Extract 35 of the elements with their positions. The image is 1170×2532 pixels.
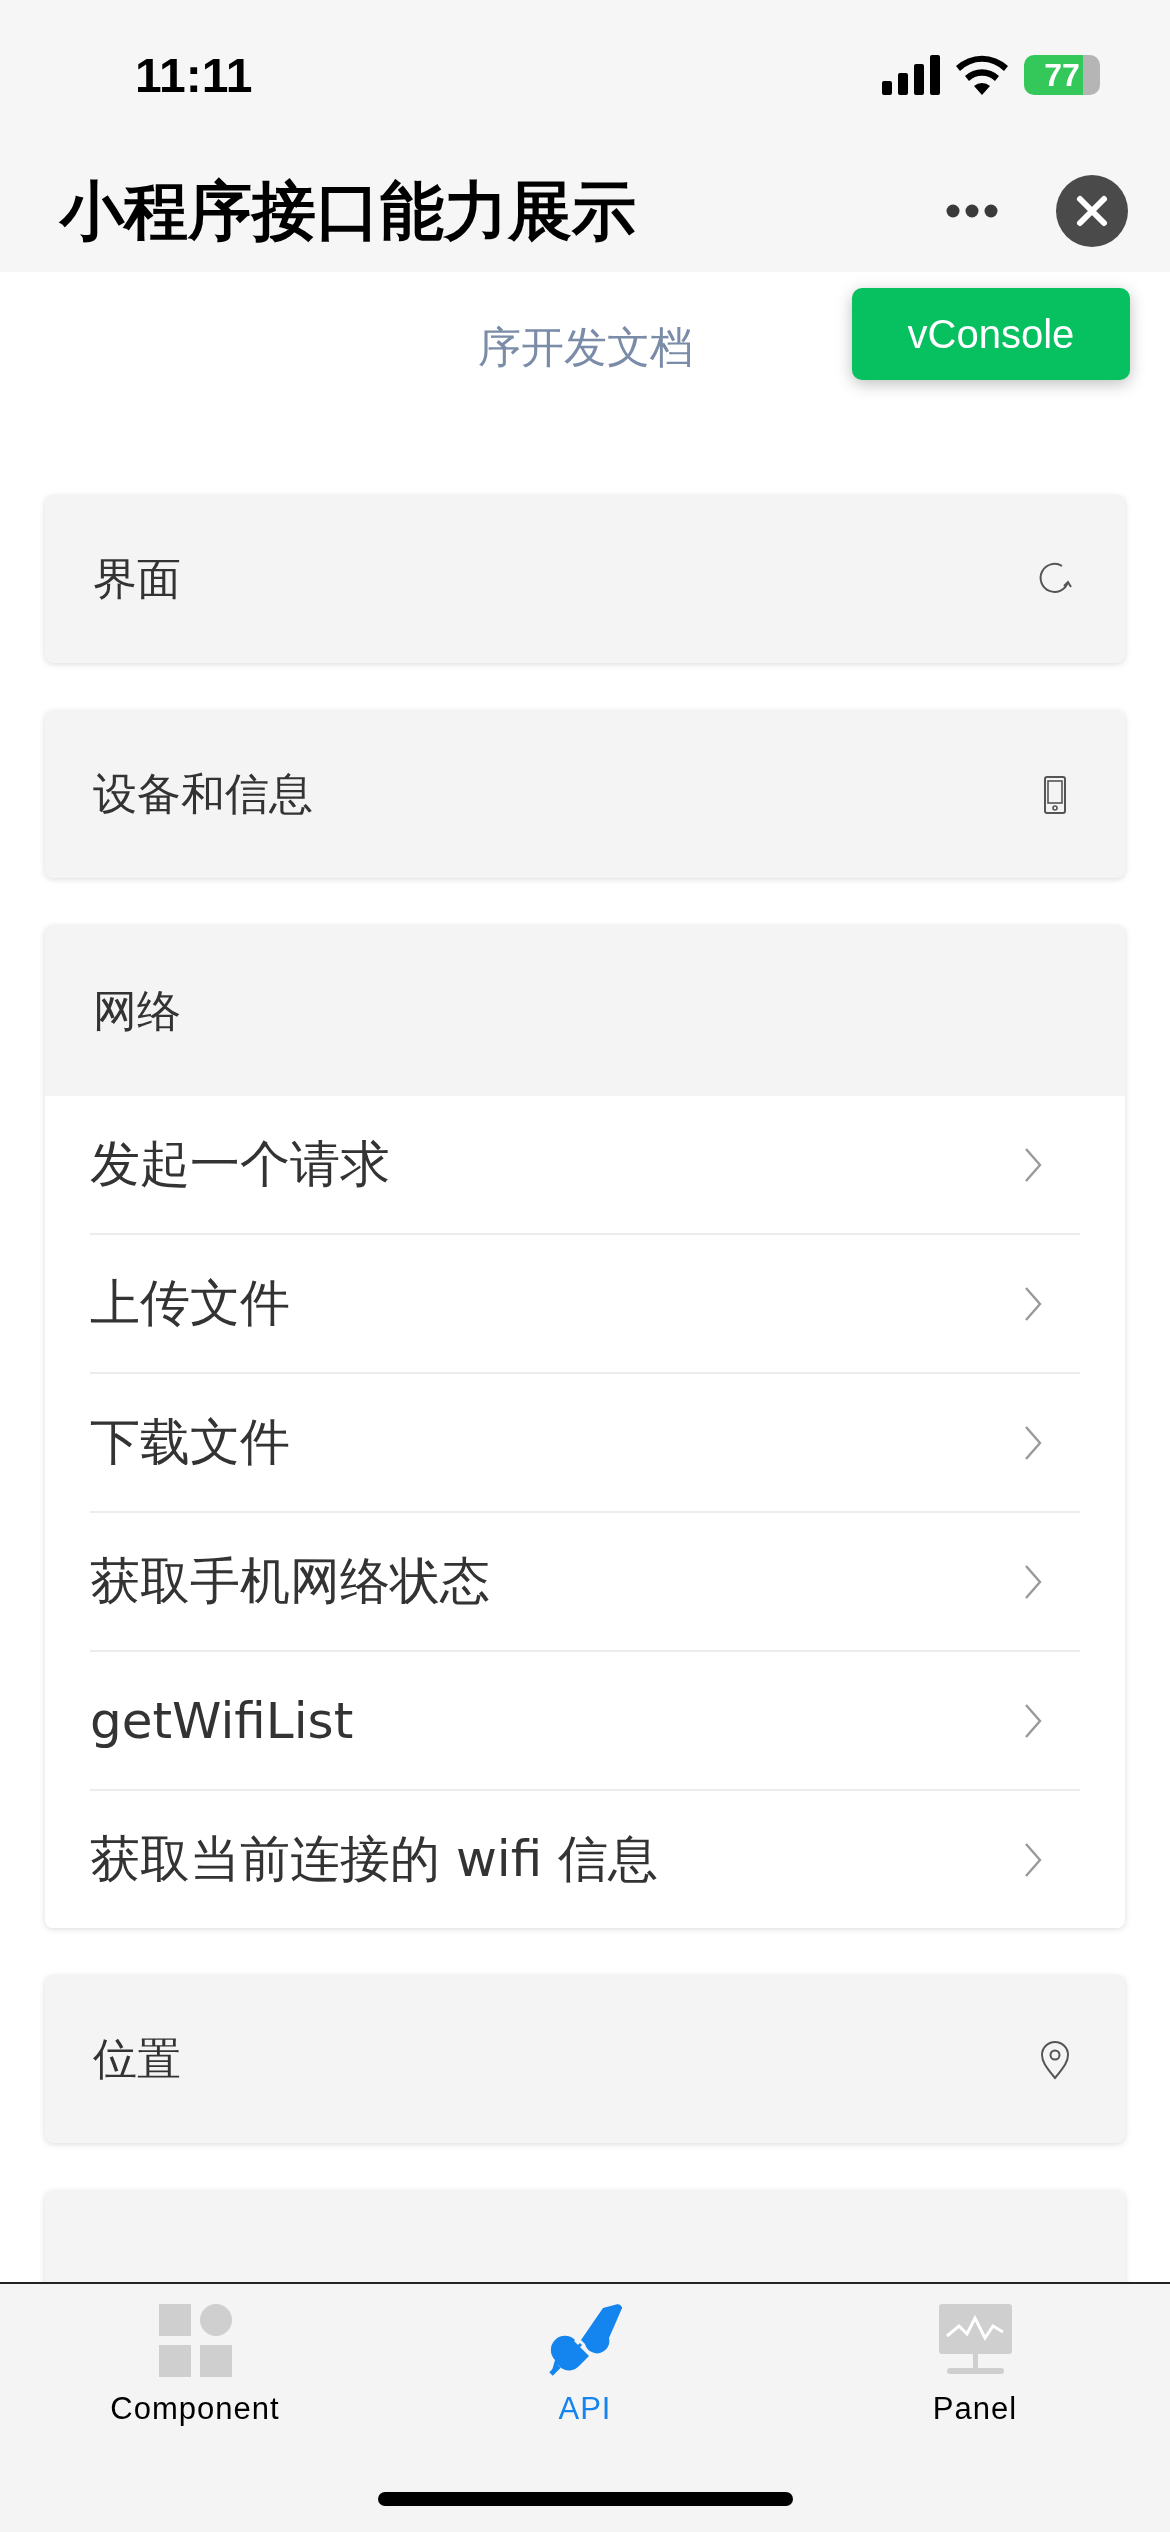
grid-icon	[158, 2304, 232, 2377]
more-icon[interactable]	[946, 204, 998, 218]
list-item[interactable]: 获取手机网络状态	[90, 1513, 1080, 1652]
signal-icon	[882, 55, 940, 95]
section-header[interactable]: 位置	[45, 1976, 1125, 2143]
tab-label: Component	[110, 2391, 280, 2427]
chevron-right-icon	[1024, 1424, 1042, 1461]
section-header[interactable]: 设备和信息	[45, 711, 1125, 878]
list-item[interactable]: 发起一个请求	[90, 1096, 1080, 1235]
page-title: 小程序接口能力展示	[60, 172, 637, 250]
chevron-right-icon	[1024, 1285, 1042, 1322]
list-item[interactable]: 下载文件	[90, 1374, 1080, 1513]
plug-icon	[548, 2304, 622, 2377]
section-header[interactable]: 界面	[45, 496, 1125, 663]
tab-item[interactable]: Panel	[780, 2284, 1170, 2532]
tab-item[interactable]: Component	[0, 2284, 390, 2532]
chevron-right-icon	[1024, 1146, 1042, 1183]
list-item[interactable]: getWifiList	[90, 1652, 1080, 1791]
section-title: 位置	[93, 2032, 181, 2086]
battery-icon: 77	[1024, 55, 1100, 95]
list-item[interactable]: 获取当前连接的 wifi 信息	[90, 1791, 1080, 1928]
monitor-icon	[938, 2304, 1012, 2377]
section-title: 界面	[93, 552, 181, 606]
tab-label: Panel	[932, 2391, 1018, 2427]
wifi-icon	[956, 55, 1008, 95]
chevron-right-icon	[1024, 1563, 1042, 1600]
section-title: 设备和信息	[93, 767, 313, 821]
chevron-right-icon	[1024, 1841, 1042, 1878]
list-item[interactable]: 上传文件	[90, 1235, 1080, 1374]
tab-label: API	[558, 2391, 612, 2427]
section-header[interactable]: 网络	[45, 926, 1125, 1096]
chevron-right-icon	[1024, 1702, 1042, 1739]
status-time: 11:11	[135, 47, 253, 103]
close-icon[interactable]	[1056, 175, 1128, 247]
section-title: 网络	[93, 983, 181, 1038]
